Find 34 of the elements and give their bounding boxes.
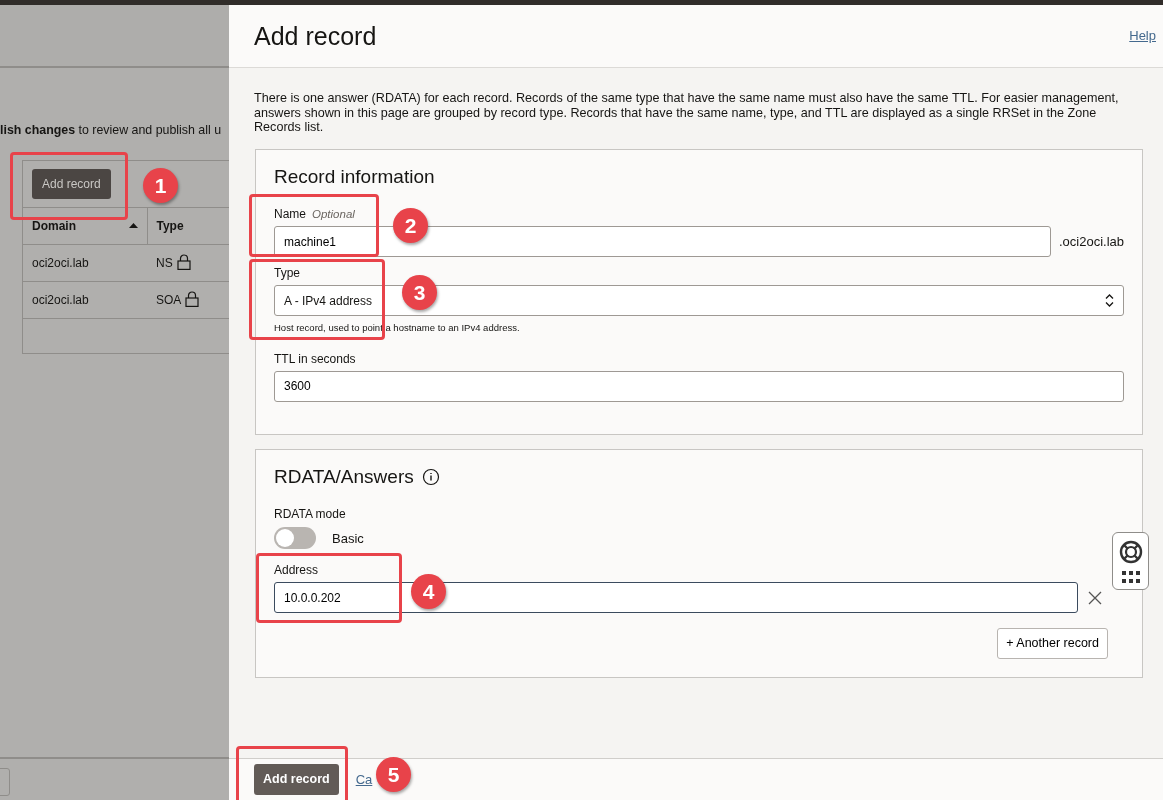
toggle-label: Basic: [332, 529, 364, 548]
cancel-link[interactable]: Ca: [355, 769, 373, 790]
lifebuoy-icon[interactable]: [1118, 539, 1143, 564]
description-text: There is one answer (RDATA) for each record. Records of the same type that have the same name must also have the same TTL. For easier management, answers shown in this page are grouped by record type. Records that have the same name, type, and TTL are displayed as a single RRSet in the Zone Records list.: [254, 90, 1120, 136]
field-label: TTL in seconds: [274, 350, 356, 368]
add-record-button[interactable]: Add record: [32, 168, 111, 199]
help-text: Host record, used to point a hostname to an IPv4 address.: [274, 321, 521, 336]
another-record-button[interactable]: + Another record: [997, 628, 1108, 660]
field-label: Type: [274, 265, 300, 283]
ttl-field[interactable]: 3600: [274, 370, 1124, 402]
grid-icon[interactable]: [1121, 570, 1140, 583]
section-title: RDATA/Answers: [274, 465, 414, 489]
close-icon[interactable]: [1088, 590, 1102, 605]
table-cell: NS: [156, 255, 173, 270]
section-title: Record information: [274, 166, 436, 189]
sort-icon[interactable]: [128, 223, 138, 229]
notice-text: lish changes to review and publish all u: [0, 122, 222, 139]
help-widget[interactable]: [1112, 532, 1149, 590]
add-record-button[interactable]: Add record: [254, 764, 339, 795]
optional-tag: Optional: [312, 206, 355, 224]
field-label: Address: [274, 562, 319, 580]
domain-suffix: .oci2oci.lab: [1058, 233, 1124, 251]
field-label: Name: [274, 206, 306, 223]
field-label: RDATA mode: [274, 506, 346, 524]
column-header[interactable]: Domain: [32, 216, 76, 235]
help-link[interactable]: Help: [1129, 26, 1156, 46]
panel-title: Add record: [254, 21, 377, 51]
info-icon[interactable]: [421, 467, 440, 486]
table-cell: SOA: [156, 292, 182, 307]
table-cell: oci2oci.lab: [32, 255, 89, 270]
column-header[interactable]: Type: [156, 216, 184, 235]
chevron-updown-icon: [1105, 294, 1114, 308]
toggle-switch[interactable]: [274, 527, 316, 550]
table-cell: oci2oci.lab: [32, 292, 89, 307]
